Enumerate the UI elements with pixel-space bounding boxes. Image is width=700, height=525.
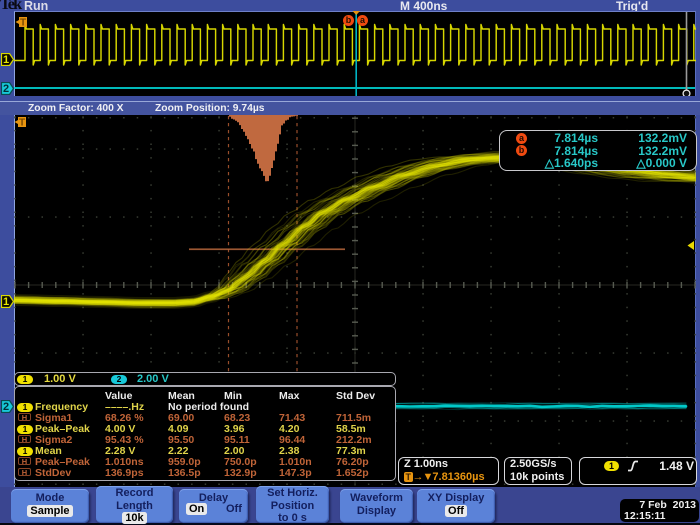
svg-text:2: 2 [3, 83, 9, 95]
svg-text:1: 1 [3, 296, 9, 308]
svg-text:T: T [19, 118, 25, 129]
svg-text:2: 2 [3, 401, 9, 413]
svg-text:T: T [20, 18, 26, 29]
svg-text:1: 1 [3, 54, 9, 66]
